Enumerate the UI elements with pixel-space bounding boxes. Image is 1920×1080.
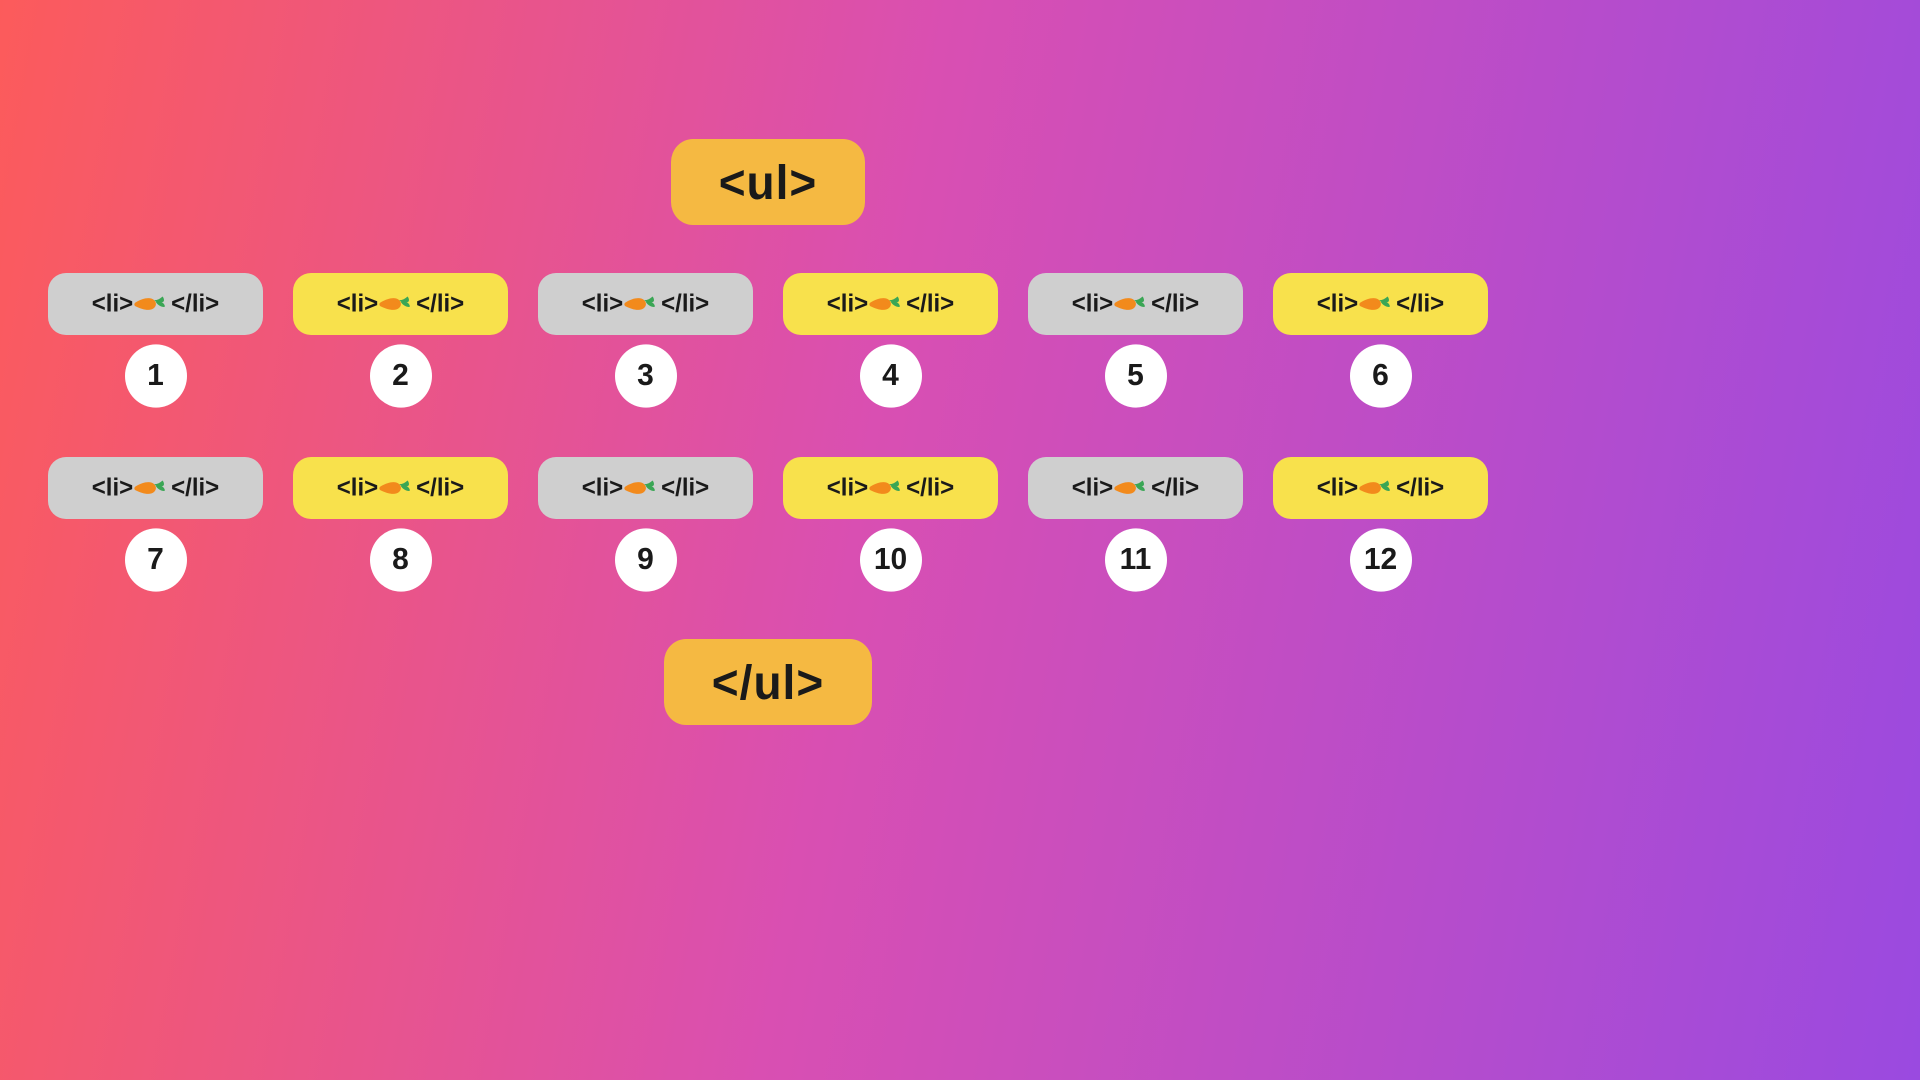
carrot-icon — [1353, 464, 1401, 512]
list-item: <li> </li> 3 — [538, 273, 753, 407]
li-close-text: </li> — [906, 473, 954, 502]
index-badge: 6 — [1350, 344, 1412, 407]
list-item: <li> </li> 1 — [48, 273, 263, 407]
li-close-text: </li> — [171, 289, 219, 318]
li-close-text: </li> — [661, 289, 709, 318]
li-tag-pill: <li> </li> — [538, 457, 753, 519]
ul-open-tag: <ul> — [671, 139, 866, 225]
list-item: <li> </li> 8 — [293, 457, 508, 591]
li-close-text: </li> — [1396, 473, 1444, 502]
li-tag-pill: <li> </li> — [48, 457, 263, 519]
li-open-text: <li> — [827, 289, 868, 318]
li-grid: <li> </li> 1 <li> </li> 2 — [0, 273, 1536, 591]
li-open-text: <li> — [337, 473, 378, 502]
index-badge: 8 — [370, 528, 432, 591]
carrot-icon — [863, 464, 911, 512]
li-close-text: </li> — [416, 289, 464, 318]
li-tag-pill: <li> </li> — [1028, 457, 1243, 519]
carrot-icon — [618, 280, 666, 328]
li-open-text: <li> — [1317, 289, 1358, 318]
index-badge: 11 — [1105, 528, 1167, 591]
li-close-text: </li> — [1151, 289, 1199, 318]
li-tag-pill: <li> </li> — [1028, 273, 1243, 335]
list-item: <li> </li> 10 — [783, 457, 998, 591]
li-open-text: <li> — [827, 473, 868, 502]
li-close-text: </li> — [416, 473, 464, 502]
list-item: <li> </li> 12 — [1273, 457, 1488, 591]
li-open-text: <li> — [1072, 289, 1113, 318]
ul-close-tag: </ul> — [664, 639, 872, 725]
list-item: <li> </li> 5 — [1028, 273, 1243, 407]
carrot-icon — [373, 464, 421, 512]
index-badge: 1 — [125, 344, 187, 407]
li-row: <li> </li> 1 <li> </li> 2 — [30, 273, 1506, 407]
li-tag-pill: <li> </li> — [1273, 457, 1488, 519]
list-item: <li> </li> 2 — [293, 273, 508, 407]
index-badge: 2 — [370, 344, 432, 407]
li-tag-pill: <li> </li> — [783, 457, 998, 519]
list-item: <li> </li> 4 — [783, 273, 998, 407]
index-badge: 10 — [860, 528, 922, 591]
carrot-icon — [1108, 464, 1156, 512]
li-close-text: </li> — [1151, 473, 1199, 502]
li-open-text: <li> — [1072, 473, 1113, 502]
carrot-icon — [618, 464, 666, 512]
carrot-icon — [128, 280, 176, 328]
carrot-icon — [1353, 280, 1401, 328]
li-tag-pill: <li> </li> — [293, 457, 508, 519]
list-item: <li> </li> 11 — [1028, 457, 1243, 591]
index-badge: 5 — [1105, 344, 1167, 407]
li-close-text: </li> — [661, 473, 709, 502]
list-item: <li> </li> 6 — [1273, 273, 1488, 407]
index-badge: 12 — [1350, 528, 1412, 591]
carrot-icon — [128, 464, 176, 512]
li-open-text: <li> — [92, 473, 133, 502]
carrot-icon — [1108, 280, 1156, 328]
carrot-icon — [373, 280, 421, 328]
li-open-text: <li> — [1317, 473, 1358, 502]
carrot-icon — [863, 280, 911, 328]
index-badge: 3 — [615, 344, 677, 407]
li-open-text: <li> — [582, 473, 623, 502]
li-close-text: </li> — [171, 473, 219, 502]
li-open-text: <li> — [582, 289, 623, 318]
li-tag-pill: <li> </li> — [48, 273, 263, 335]
li-tag-pill: <li> </li> — [293, 273, 508, 335]
list-item: <li> </li> 9 — [538, 457, 753, 591]
li-tag-pill: <li> </li> — [783, 273, 998, 335]
li-close-text: </li> — [1396, 289, 1444, 318]
list-item: <li> </li> 7 — [48, 457, 263, 591]
li-close-text: </li> — [906, 289, 954, 318]
li-tag-pill: <li> </li> — [1273, 273, 1488, 335]
index-badge: 7 — [125, 528, 187, 591]
li-open-text: <li> — [337, 289, 378, 318]
index-badge: 9 — [615, 528, 677, 591]
li-tag-pill: <li> </li> — [538, 273, 753, 335]
index-badge: 4 — [860, 344, 922, 407]
li-row: <li> </li> 7 <li> </li> 8 — [30, 457, 1506, 591]
li-open-text: <li> — [92, 289, 133, 318]
